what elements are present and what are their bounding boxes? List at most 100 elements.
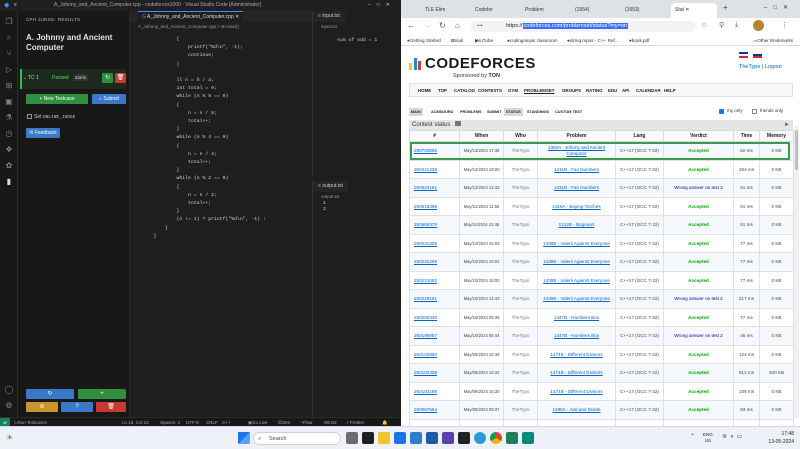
code-line[interactable]: n = n / 4;	[142, 152, 217, 158]
output-tab[interactable]: ≡ output.txt	[313, 181, 348, 192]
problem-link[interactable]: 1438B - Valerii Against Everyone	[537, 289, 616, 309]
online-judge-checkbox[interactable]: Set ONLINE_JUDGE	[27, 114, 75, 120]
submission-author[interactable]: TheTypo	[503, 215, 538, 235]
submission-id-link[interactable]: 260618396	[409, 196, 460, 216]
extensions-puzzle-icon[interactable]: ⚲	[719, 21, 724, 29]
visual-studio-icon[interactable]	[442, 432, 454, 444]
problem-link[interactable]: 1474B - Different Divisors	[537, 381, 616, 401]
code-line[interactable]: total++;	[142, 160, 211, 166]
problem-link[interactable]: 1418A - Buying Torches	[537, 196, 616, 216]
bookmark-string-npos[interactable]: ● string.mpos - C++ Ref...	[567, 35, 619, 46]
wifi-volume-battery-icon[interactable]: ≋◖▭	[722, 433, 745, 440]
submission-author[interactable]: TheTypo	[503, 233, 538, 253]
search-icon[interactable]: ⌕	[4, 33, 14, 43]
submission-id-link[interactable]: 260231256	[409, 252, 460, 272]
testcase-card[interactable]: ⌄ TC 1 Passed 42ms ↻ 🗑	[20, 69, 126, 89]
explorer-icon[interactable]: ❐	[4, 17, 14, 27]
stop-button[interactable]: ⊘	[26, 402, 58, 412]
extensions-icon[interactable]: ⊞	[4, 81, 14, 91]
scrollbar-thumb[interactable]	[795, 130, 798, 170]
new-tab-button[interactable]: +	[723, 3, 728, 12]
pet-icon[interactable]: ✿	[4, 161, 14, 171]
arrow-right-icon[interactable]: ►	[784, 120, 790, 130]
output-line-1[interactable]: 1	[323, 201, 326, 206]
submission-author[interactable]: TheTypo	[503, 159, 538, 179]
problem-link[interactable]: 1411B - Fair Numbers	[537, 159, 616, 179]
settings-gear-icon[interactable]: ⚙	[4, 401, 14, 411]
testing-icon[interactable]: ⚗	[4, 113, 14, 123]
problem-link[interactable]: 1447B - Numbers Box	[537, 326, 616, 346]
start-icon[interactable]	[238, 432, 250, 444]
browser-tab-codeforces[interactable]: Codefor	[471, 3, 517, 18]
submission-author[interactable]: TheTypo	[503, 326, 538, 346]
remote-icon[interactable]: ▣	[4, 97, 14, 107]
terminal-icon[interactable]	[362, 432, 374, 444]
menu-item-problemset[interactable]: PROBLEMSET	[524, 84, 555, 98]
browser-tab-1653[interactable]: (1653)	[621, 3, 667, 18]
submenu-main[interactable]: MAIN	[409, 108, 423, 116]
submission-id-link[interactable]: 260102308	[409, 363, 460, 383]
source-control-icon[interactable]: ⑂	[4, 49, 14, 59]
delete-testcase-button[interactable]: 🗑	[115, 73, 126, 83]
problem-link[interactable]: 1438B - Valerii Against Everyone	[537, 233, 616, 253]
new-testcase-button[interactable]: + New Testcase	[26, 94, 88, 104]
submission-id-link[interactable]: 260229181	[409, 289, 460, 309]
code-line[interactable]: while (n % 8 == 0)	[142, 94, 229, 100]
address-bar[interactable]: ⊶ https://codeforces.com/problemset/stat…	[471, 21, 696, 32]
menu-item-groups[interactable]: GROUPS	[562, 84, 581, 98]
code-line[interactable]: {	[142, 103, 180, 109]
code-line[interactable]: total++;	[142, 119, 211, 125]
logout-link[interactable]: Logout	[765, 64, 782, 70]
submenu-status[interactable]: STATUS	[504, 108, 523, 116]
output-line-2[interactable]: 2	[323, 207, 326, 212]
run-debug-icon[interactable]: ▷	[4, 65, 14, 75]
problem-link[interactable]: 1474B - Different Divisors	[537, 363, 616, 383]
window-controls[interactable]: –□✕	[368, 0, 396, 11]
other-bookmarks[interactable]: ▭ Other Bookmarks	[753, 35, 793, 46]
code-line[interactable]: n = n / 2;	[142, 193, 217, 199]
code-line[interactable]: {	[142, 144, 180, 150]
submission-author[interactable]: TheTypo	[503, 252, 538, 272]
task-view-icon[interactable]	[346, 432, 358, 444]
edge-icon[interactable]	[474, 432, 486, 444]
input-tab[interactable]: ≡ input.txt	[313, 11, 345, 22]
menu-item-api[interactable]: API	[622, 84, 629, 98]
code-line[interactable]: ll n = h / a;	[142, 78, 214, 84]
code-line[interactable]: printf("%d\n", -1);	[142, 45, 243, 51]
submenu-custom-test[interactable]: CUSTOM TEST	[553, 108, 584, 116]
bookmark-codingninjas[interactable]: ● codingninjas classroom	[507, 35, 558, 46]
menu-item-edu[interactable]: EDU	[608, 84, 617, 98]
menu-item-catalog[interactable]: CATALOG	[454, 84, 475, 98]
submission-author[interactable]: TheTypo	[503, 418, 538, 426]
problem-link[interactable]: 1438B - Valerii Against Everyone	[537, 252, 616, 272]
submission-author[interactable]: TheTypo	[503, 363, 538, 383]
cph-judge-icon[interactable]: ▮	[4, 177, 14, 187]
code-line[interactable]: }	[142, 226, 168, 232]
submission-id-link[interactable]: 260566370	[409, 215, 460, 235]
problem-link[interactable]: 1485A - Add and Divide	[537, 400, 616, 420]
submission-author[interactable]: TheTypo	[503, 289, 538, 309]
browser-tab-tle-elim[interactable]: TLE Elim	[421, 3, 467, 18]
taskbar-search[interactable]: ⌕ Search	[253, 432, 341, 445]
menu-item-top[interactable]: TOP	[438, 84, 447, 98]
submenu-standings[interactable]: STANDINGS	[525, 108, 551, 116]
user-link[interactable]: TheType	[739, 64, 760, 70]
code-line[interactable]: }	[142, 234, 157, 240]
app-icon[interactable]	[522, 432, 534, 444]
submission-author[interactable]: TheTypo	[503, 270, 538, 290]
submission-id-link[interactable]: 260231305	[409, 233, 460, 253]
code-line[interactable]: }	[142, 209, 180, 215]
menu-icon[interactable]: ≡	[14, 0, 20, 11]
menu-item-contests[interactable]: CONTESTS	[478, 84, 502, 98]
code-line[interactable]: int total = 0;	[142, 86, 217, 92]
submission-id-link[interactable]: 260102890	[409, 344, 460, 364]
reload-icon[interactable]: ↻	[439, 21, 446, 30]
chevron-down-icon[interactable]: ⌄	[23, 75, 27, 81]
problem-link[interactable]: 1438B - Valerii Against Everyone	[537, 270, 616, 290]
submenu-acmsguru[interactable]: ACMSGURU	[429, 108, 455, 116]
tray-chevron-icon[interactable]: ⌃	[690, 433, 695, 440]
problem-link[interactable]: 1411B - Fair Numbers	[537, 178, 616, 198]
vscode-alt-taskbar-icon[interactable]	[426, 432, 438, 444]
sheets-icon[interactable]	[506, 432, 518, 444]
code-line[interactable]: n = n / 8;	[142, 111, 217, 117]
